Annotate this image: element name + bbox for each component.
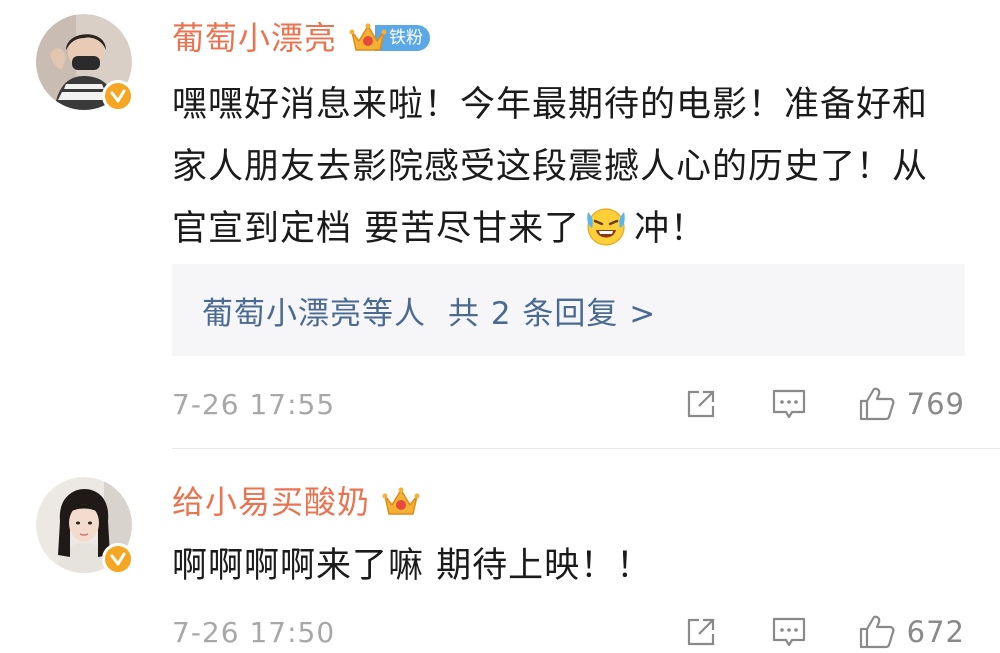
fan-badge[interactable]: 铁粉: [349, 23, 431, 53]
like-count: 672: [906, 615, 965, 649]
comment-icon[interactable]: [767, 382, 811, 426]
share-icon[interactable]: [679, 382, 723, 426]
comment-text: 啊啊啊啊来了嘛 期待上映！！: [172, 546, 653, 586]
reply-count: 共 2 条回复 >: [448, 295, 657, 332]
timestamp: 7-26 17:55: [172, 387, 336, 421]
like-icon[interactable]: [855, 382, 899, 426]
comment-icon[interactable]: [767, 610, 811, 653]
comment-text: 嘿嘿好消息来啦！今年最期待的电影！准备好和家人朋友去影院感受这段震撼人心的历史了…: [172, 74, 962, 260]
comment-meta: 7-26 17:50 672: [172, 607, 965, 653]
comment-header: 葡萄小漂亮 铁粉: [172, 16, 431, 60]
reply-names: 葡萄小漂亮等人: [202, 295, 426, 332]
comment-text-body: 嘿嘿好消息来啦！今年最期待的电影！准备好和家人朋友去影院感受这段震撼人心的历史了…: [172, 85, 929, 249]
comment-item: 给小易买酸奶 啊啊啊啊来了嘛 期待上映！！ 7-26 17:50 672: [0, 449, 1000, 653]
like-count: 769: [906, 387, 965, 421]
verified-badge-icon: [102, 543, 134, 575]
username[interactable]: 葡萄小漂亮: [172, 16, 337, 60]
verified-badge-icon: [102, 80, 134, 112]
comment-text-tail: 冲！: [634, 209, 707, 249]
comment-list: 葡萄小漂亮 铁粉 嘿嘿好消息来啦！今年最期待的电影！准备好和家人朋友去影院感受这…: [0, 0, 1000, 653]
comment-actions: 769: [679, 379, 965, 429]
crown-icon: [349, 23, 387, 51]
like-icon[interactable]: [855, 610, 899, 653]
comment-header: 给小易买酸奶: [172, 480, 420, 524]
comment-actions: 672: [679, 607, 965, 653]
username[interactable]: 给小易买酸奶: [172, 480, 370, 524]
share-icon[interactable]: [679, 610, 723, 653]
timestamp: 7-26 17:50: [172, 615, 336, 649]
fan-badge[interactable]: [382, 485, 420, 519]
avatar[interactable]: [36, 477, 134, 575]
crown-icon: [382, 487, 420, 515]
comment-item: 葡萄小漂亮 铁粉 嘿嘿好消息来啦！今年最期待的电影！准备好和家人朋友去影院感受这…: [0, 0, 1000, 448]
avatar[interactable]: [36, 14, 134, 112]
comment-meta: 7-26 17:55 769: [172, 379, 965, 429]
crying-laughing-emoji-icon: [587, 208, 625, 246]
replies-link[interactable]: 葡萄小漂亮等人 共 2 条回复 >: [172, 264, 965, 356]
